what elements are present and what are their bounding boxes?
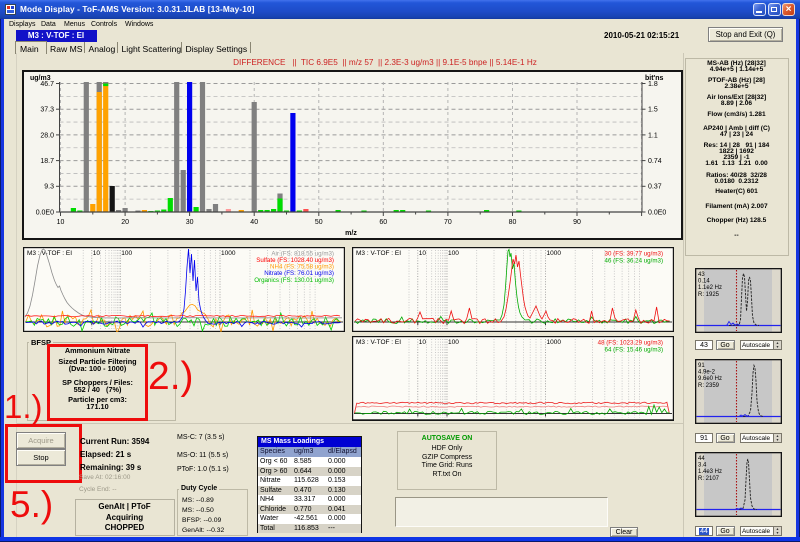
svg-text:28.0: 28.0 [40,132,54,139]
svg-text:18.7: 18.7 [40,158,54,165]
svg-text:70: 70 [444,219,452,226]
svg-text:100: 100 [448,339,459,346]
svg-text:91: 91 [698,363,705,369]
svg-text:60: 60 [379,219,387,226]
svg-text:100: 100 [121,250,132,257]
svg-text:4.9e-2: 4.9e-2 [698,369,716,375]
svg-text:37.3: 37.3 [40,107,54,114]
svg-text:9.3: 9.3 [44,184,54,191]
svg-text:0.0E0: 0.0E0 [648,209,666,216]
svg-text:20: 20 [121,219,129,226]
svg-text:46 (FS: 36.24 ug/m3): 46 (FS: 36.24 ug/m3) [605,257,663,264]
svg-text:R: 2107: R: 2107 [698,475,720,481]
svg-text:0.14: 0.14 [698,278,710,284]
svg-text:1.5: 1.5 [648,107,658,114]
svg-text:80: 80 [509,219,517,226]
svg-text:90: 90 [573,219,581,226]
svg-text:ug/m3: ug/m3 [30,75,51,82]
svg-text:1000: 1000 [221,250,236,257]
svg-text:100: 100 [448,250,459,257]
svg-text:1.1e2 Hz: 1.1e2 Hz [698,285,722,291]
svg-text:10: 10 [419,250,427,257]
svg-text:M3 : V-TOF : EI: M3 : V-TOF : EI [356,250,401,257]
svg-text:40: 40 [250,219,258,226]
svg-text:m/z: m/z [345,230,357,237]
svg-text:10: 10 [57,219,65,226]
svg-text:bit'ns: bit'ns [645,75,663,82]
svg-text:0.74: 0.74 [648,158,662,165]
svg-text:1000: 1000 [547,339,562,346]
svg-text:9.6e0 Hz: 9.6e0 Hz [698,376,722,382]
svg-text:48 (FS: 1023.29 ug/m3): 48 (FS: 1023.29 ug/m3) [598,339,663,346]
svg-text:50: 50 [315,219,323,226]
svg-text:30 (FS: 39.77 ug/m3): 30 (FS: 39.77 ug/m3) [605,250,663,257]
svg-text:1000: 1000 [547,250,562,257]
svg-text:1.4e3 Hz: 1.4e3 Hz [698,469,722,475]
svg-text:1.1: 1.1 [648,132,658,139]
svg-text:Organics (FS: 130.01 ug/m3): Organics (FS: 130.01 ug/m3) [254,276,334,283]
svg-text:M3 : V-TOF : EI: M3 : V-TOF : EI [27,250,72,257]
svg-text:43: 43 [698,272,705,278]
svg-text:10: 10 [419,339,427,346]
svg-text:R: 2359: R: 2359 [698,382,720,388]
svg-text:M3 : V-TOF : EI: M3 : V-TOF : EI [356,339,401,346]
svg-text:0.0E0: 0.0E0 [36,209,54,216]
svg-text:64 (FS: 15.46 ug/m3): 64 (FS: 15.46 ug/m3) [605,346,663,353]
svg-text:30: 30 [186,219,194,226]
svg-text:10: 10 [92,250,100,257]
svg-text:R: 1925: R: 1925 [698,291,720,297]
svg-text:3.4: 3.4 [698,462,707,468]
svg-text:0.37: 0.37 [648,184,662,191]
svg-text:44: 44 [698,456,705,462]
